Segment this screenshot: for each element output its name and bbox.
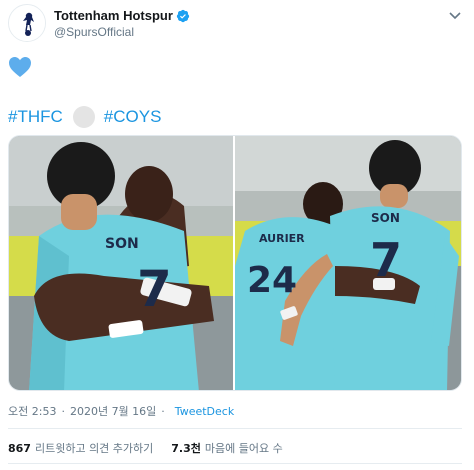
- user-handle[interactable]: @SpursOfficial: [54, 25, 134, 39]
- hashtag-thfc[interactable]: #THFC: [8, 107, 63, 127]
- spurs-logo-icon: [9, 5, 45, 41]
- shirt-name-son: SON: [105, 236, 139, 252]
- likes-count: 7.3천: [171, 442, 201, 455]
- tweet-header: Tottenham Hotspur @SpursOfficial: [8, 4, 466, 44]
- tweet-date[interactable]: 2020년 7월 16일: [70, 403, 156, 419]
- verified-badge-icon: [176, 9, 190, 22]
- football-icon: [72, 106, 95, 128]
- separator-dot-2: ·: [161, 404, 165, 418]
- media-grid: SON 7 AURIER 24 SON 7: [8, 135, 462, 391]
- tweet-source-link[interactable]: TweetDeck: [175, 405, 234, 418]
- retweets-stat[interactable]: 867 리트윗하고 의견 추가하기: [8, 440, 153, 456]
- hashtag-coys[interactable]: #COYS: [104, 107, 162, 127]
- divider: [8, 428, 462, 429]
- shirt-name-son-right: SON: [371, 211, 400, 225]
- shirt-number-24: 24: [247, 260, 297, 301]
- retweets-label: 리트윗하고 의견 추가하기: [34, 442, 154, 455]
- tweet-text: #THFC #COYS: [8, 106, 161, 128]
- shirt-number-7: 7: [137, 260, 172, 318]
- tweet-metadata: 오전 2:53 · 2020년 7월 16일 · TweetDeck: [8, 403, 234, 419]
- separator-dot: ·: [61, 404, 65, 418]
- chevron-down-icon[interactable]: [448, 8, 462, 22]
- avatar[interactable]: [8, 4, 46, 42]
- divider-bottom: [8, 463, 462, 464]
- tweet-stats: 867 리트윗하고 의견 추가하기 7.3천 마음에 들어요 수: [8, 440, 283, 456]
- display-name[interactable]: Tottenham Hotspur: [54, 8, 173, 23]
- shirt-name-aurier: AURIER: [259, 232, 305, 245]
- blue-heart-icon: [9, 57, 31, 77]
- photo-hug-right[interactable]: AURIER 24 SON 7: [235, 136, 461, 390]
- photo-hug-left[interactable]: SON 7: [9, 136, 233, 390]
- likes-stat[interactable]: 7.3천 마음에 들어요 수: [171, 440, 282, 456]
- retweets-count: 867: [8, 441, 31, 455]
- likes-label: 마음에 들어요 수: [204, 442, 283, 455]
- shirt-number-7-right: 7: [370, 233, 402, 287]
- tweet-time[interactable]: 오전 2:53: [8, 403, 56, 419]
